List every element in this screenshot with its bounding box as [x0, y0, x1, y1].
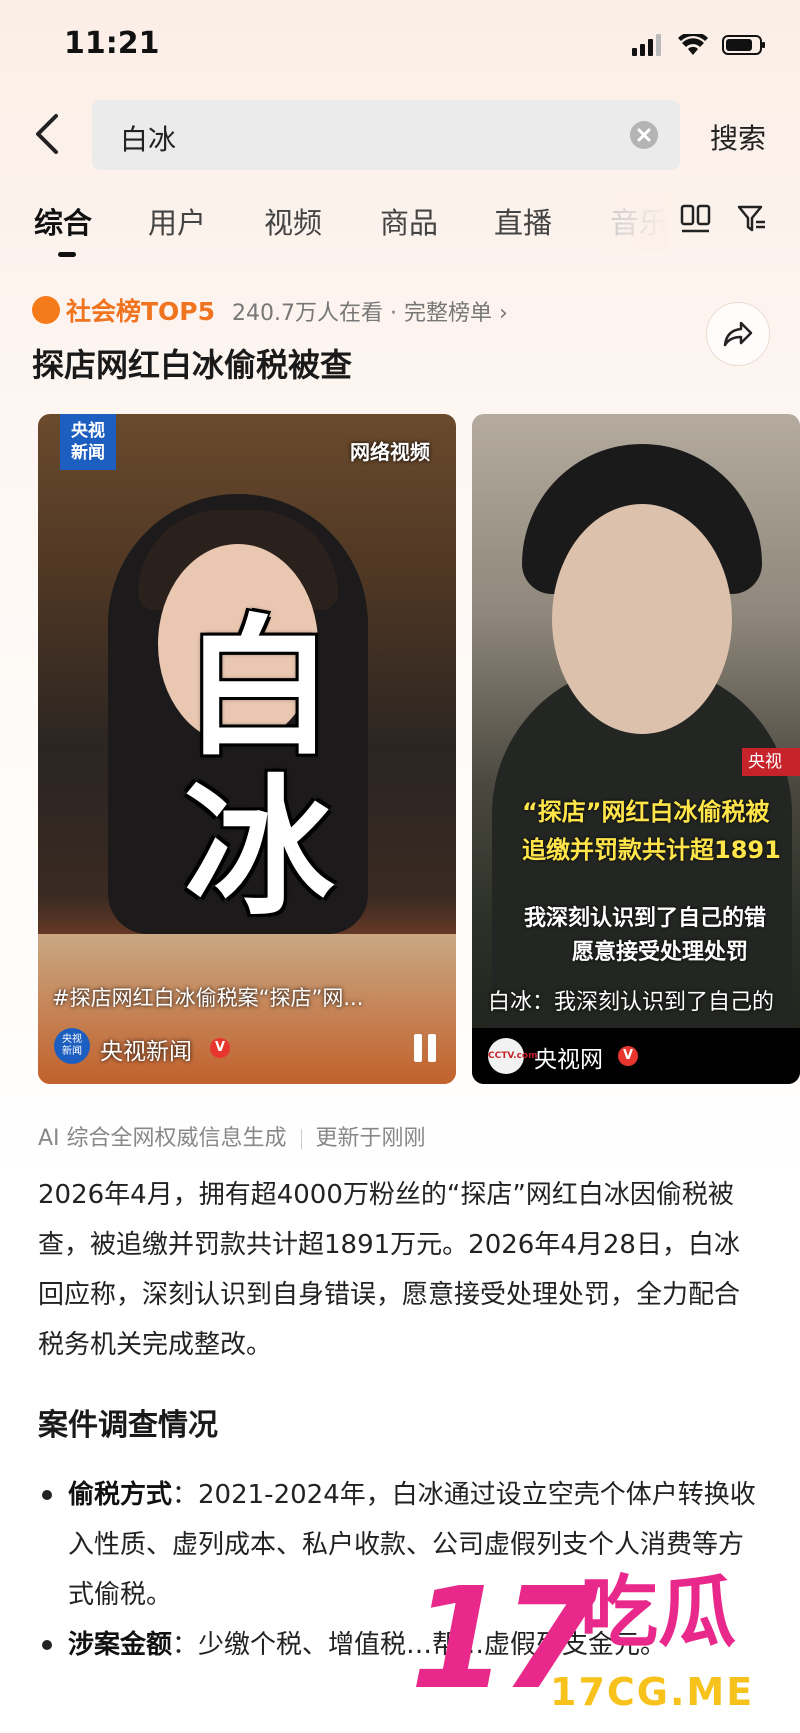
updated-label: 更新于刚刚 — [315, 1126, 426, 1151]
back-button[interactable] — [32, 112, 72, 162]
verified-icon: V — [210, 1038, 230, 1058]
pause-button[interactable] — [410, 1034, 440, 1064]
layout-toggle-button[interactable] — [680, 204, 712, 238]
subtitle-line-1: “探店”网红白冰偷税被 — [522, 798, 770, 826]
bullet-term: 偷税方式 — [68, 1480, 173, 1510]
search-button[interactable]: 搜索 — [710, 117, 766, 157]
search-input[interactable]: 白冰 — [92, 100, 680, 170]
fire-icon — [32, 296, 60, 324]
hot-rank-badge[interactable]: 社会榜TOP5 — [66, 292, 215, 328]
ai-summary: 2026年4月，拥有超4000万粉丝的“探店”网红白冰因偷税被查，被追缴并罚款共… — [38, 1180, 741, 1360]
chevron-left-icon — [36, 114, 58, 154]
tabs-fade — [600, 190, 670, 250]
tab-products[interactable]: 商品 — [380, 200, 438, 242]
filter-icon — [737, 205, 765, 232]
filter-button[interactable] — [736, 204, 768, 238]
hot-meta[interactable]: 240.7万人在看 · 完整榜单 › — [232, 295, 508, 327]
status-icons — [632, 34, 766, 56]
watermark-url: 17CG.ME — [550, 1670, 755, 1714]
video-watermark: 网络视频 — [350, 440, 430, 464]
overlay-char-2: 冰 — [184, 762, 335, 936]
source-name[interactable]: 央视新闻 — [100, 1032, 192, 1066]
viewers-count: 240.7万人在看 — [232, 301, 383, 326]
source-name[interactable]: 央视网 — [534, 1040, 603, 1074]
person-face — [552, 504, 732, 734]
signal-icon — [632, 34, 661, 56]
headline[interactable]: 探店网红白冰偷税被查 — [32, 340, 352, 386]
tab-users[interactable]: 用户 — [148, 200, 206, 242]
status-time: 11:21 — [64, 26, 160, 61]
battery-icon — [722, 35, 765, 55]
subtitle-line-3: 我深刻认识到了自己的错 — [524, 906, 767, 931]
verified-icon: V — [618, 1046, 638, 1066]
pause-icon — [414, 1034, 422, 1062]
video-source-bar: CCTV.com 央视网 V — [472, 1028, 800, 1084]
subtitle-line-2: 追缴并罚款共计超1891 — [522, 836, 781, 864]
share-icon — [723, 321, 753, 347]
cctv-news-logo: 央视 新闻 — [60, 414, 116, 470]
subtitle-line-4: 愿意接受处理处罚 — [572, 940, 749, 965]
video-card-1[interactable]: 央视 新闻 网络视频 白 冰 #探店网红白冰偷税案“探店”网... 央视 新闻 … — [38, 414, 456, 1084]
clear-search-button[interactable] — [630, 121, 658, 149]
bullet-term: 涉案金额 — [68, 1630, 173, 1660]
active-tab-indicator — [58, 252, 76, 257]
overlay-char-1: 白 — [184, 602, 335, 776]
cctv-logo[interactable]: CCTV.com — [488, 1038, 537, 1074]
close-icon — [637, 128, 651, 142]
video-caption: 白冰：我深刻认识到了自己的 — [488, 990, 775, 1015]
section-title: 案件调查情况 — [38, 1408, 218, 1443]
wifi-icon — [678, 34, 708, 55]
ai-generated-label: AI 综合全网权威信息生成 — [38, 1126, 287, 1151]
grid-view-icon — [680, 204, 711, 233]
watermark-name: 吃瓜 — [580, 1568, 737, 1658]
channel-tag: 央视 — [742, 748, 800, 776]
tab-general[interactable]: 综合 — [34, 200, 92, 242]
full-list-link[interactable]: · 完整榜单 › — [390, 301, 508, 326]
source-avatar[interactable]: 央视 新闻 — [54, 1028, 90, 1064]
video-card-2[interactable]: 央视 “探店”网红白冰偷税被 追缴并罚款共计超1891 我深刻认识到了自己的错 … — [472, 414, 800, 1084]
video-caption: #探店网红白冰偷税案“探店”网... — [52, 986, 364, 1010]
tab-live[interactable]: 直播 — [494, 200, 552, 242]
ai-source-note: AI 综合全网权威信息生成 更新于刚刚 — [38, 1120, 426, 1152]
search-query: 白冰 — [120, 123, 177, 156]
share-button[interactable] — [706, 302, 770, 366]
site-watermark: 17 吃瓜 17CG.ME — [410, 1550, 800, 1733]
tab-videos[interactable]: 视频 — [264, 200, 322, 242]
divider — [300, 1129, 302, 1149]
